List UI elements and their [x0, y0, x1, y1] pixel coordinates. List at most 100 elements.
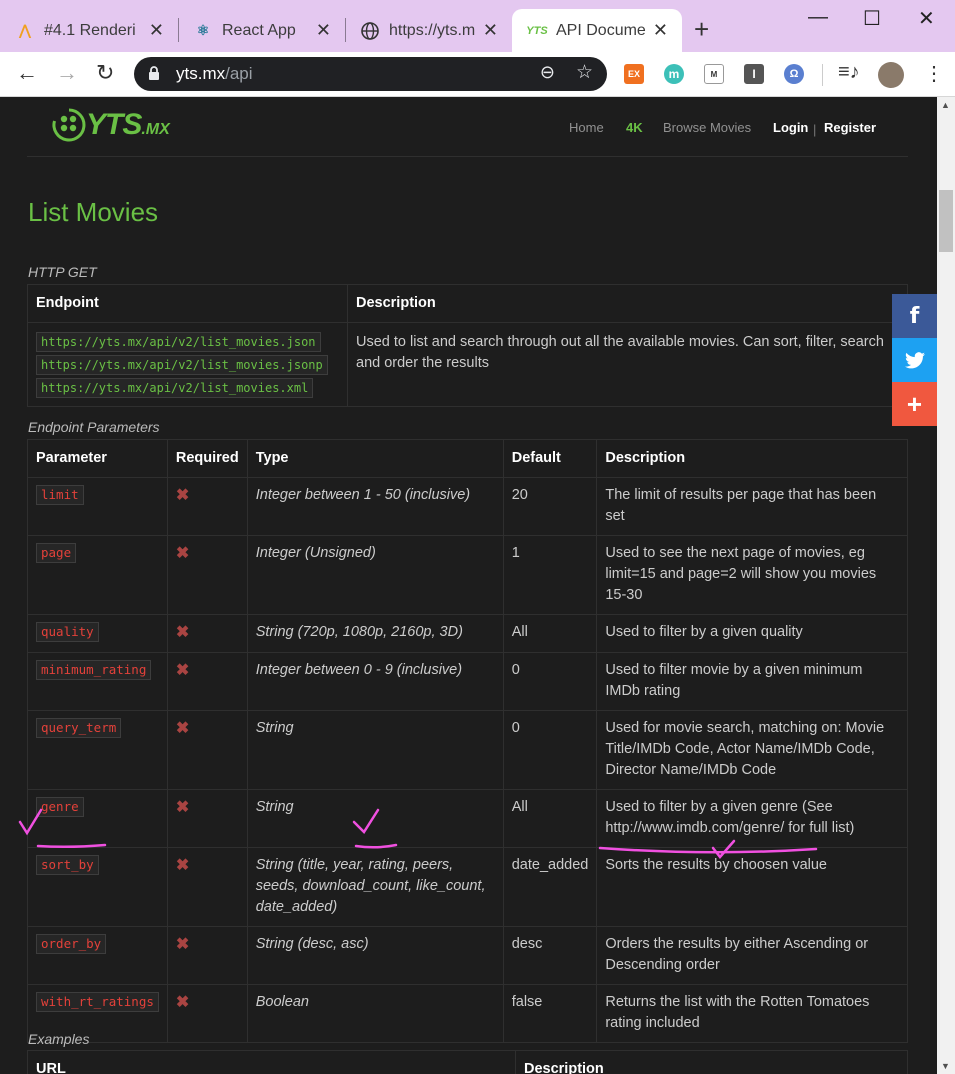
twitter-share-button[interactable]: [892, 338, 937, 382]
extension-ex-icon[interactable]: EX: [624, 64, 644, 84]
bookmark-star-icon[interactable]: ☆: [576, 61, 593, 84]
param-description: Used to filter by a given quality: [596, 614, 908, 653]
param-type: Integer between 0 - 9 (inclusive): [246, 652, 504, 711]
param-default: false: [502, 984, 598, 1043]
endpoint-table: Endpoint Description https://yts.mx/api/…: [27, 284, 908, 407]
table-row: with_rt_ratings ✖ Boolean false Returns …: [27, 984, 908, 1043]
scroll-down-icon[interactable]: ▼: [941, 1061, 950, 1071]
param-cell: limit: [27, 477, 168, 536]
required-cell: ✖: [166, 926, 248, 985]
table-row: limit ✖ Integer between 1 - 50 (inclusiv…: [27, 477, 908, 536]
minimize-button[interactable]: —: [808, 6, 828, 29]
nav-home[interactable]: Home: [569, 120, 604, 135]
table-row: query_term ✖ String 0 Used for movie sea…: [27, 710, 908, 790]
twitter-icon: [904, 351, 925, 368]
endpoint-url[interactable]: https://yts.mx/api/v2/list_movies.json: [36, 332, 321, 352]
site-logo[interactable]: YTS .MX: [52, 105, 170, 145]
param-default: All: [502, 789, 598, 848]
params-caption: Endpoint Parameters: [28, 419, 160, 435]
param-default: All: [502, 614, 598, 653]
required-cell: ✖: [166, 789, 248, 848]
column-header: Description: [596, 439, 908, 478]
param-type: String (desc, asc): [246, 926, 504, 985]
media-playlist-icon[interactable]: ≡♪: [838, 61, 860, 84]
endpoint-cell: https://yts.mx/api/v2/list_movies.json h…: [27, 322, 348, 407]
close-icon[interactable]: ✕: [483, 20, 498, 41]
reload-button[interactable]: ↻: [96, 60, 114, 86]
facebook-share-button[interactable]: f: [892, 294, 937, 338]
browser-tab[interactable]: https://yts.m ✕: [345, 9, 512, 52]
close-icon[interactable]: ✕: [316, 20, 331, 41]
param-default: desc: [502, 926, 598, 985]
toolbar-divider: [822, 64, 823, 86]
close-icon[interactable]: ✕: [653, 20, 668, 41]
param-cell: order_by: [27, 926, 168, 985]
forward-button[interactable]: →: [56, 60, 78, 86]
scrollbar-thumb[interactable]: [939, 190, 953, 252]
table-row: order_by ✖ String (desc, asc) desc Order…: [27, 926, 908, 985]
table-row: sort_by ✖ String (title, year, rating, p…: [27, 847, 908, 927]
browser-tab[interactable]: ⚛ React App ✕: [178, 9, 345, 52]
param-default: 1: [502, 535, 598, 615]
not-required-icon: ✖: [175, 545, 190, 562]
column-header: URL: [27, 1050, 516, 1074]
param-type: String: [246, 789, 504, 848]
param-description: Used to filter by a given genre (See htt…: [596, 789, 908, 848]
site-header: YTS .MX Home 4K Browse Movies Login | Re…: [0, 97, 937, 155]
extension-m-icon[interactable]: m: [664, 64, 684, 84]
param-cell: quality: [27, 614, 168, 653]
table-row: genre ✖ String All Used to filter by a g…: [27, 789, 908, 848]
param-description: Orders the results by either Ascending o…: [596, 926, 908, 985]
nav-login[interactable]: Login: [773, 120, 808, 135]
param-description: Returns the list with the Rotten Tomatoe…: [596, 984, 908, 1043]
param-name: order_by: [36, 934, 107, 954]
required-cell: ✖: [166, 535, 248, 615]
param-type: Integer (Unsigned): [246, 535, 504, 615]
browser-tab-active[interactable]: YTS API Docume ✕: [512, 9, 682, 52]
extension-info-icon[interactable]: I: [744, 64, 764, 84]
maximize-button[interactable]: ☐: [863, 6, 881, 31]
nav-browse-movies[interactable]: Browse Movies: [663, 120, 751, 135]
extension-notes-icon[interactable]: M: [704, 64, 724, 84]
endpoint-url[interactable]: https://yts.mx/api/v2/list_movies.jsonp: [36, 355, 328, 375]
nav-4k[interactable]: 4K: [626, 120, 643, 135]
parameters-table: Parameter Required Type Default Descript…: [27, 439, 908, 1043]
window-close-button[interactable]: ✕: [918, 6, 935, 31]
table-row: quality ✖ String (720p, 1080p, 2160p, 3D…: [27, 614, 908, 653]
profile-avatar[interactable]: [878, 62, 904, 88]
browser-menu-icon[interactable]: ⋮: [924, 61, 944, 86]
scroll-up-icon[interactable]: ▲: [941, 100, 950, 110]
browser-tab[interactable]: ⋀ #4.1 Renderi ✕: [0, 9, 178, 52]
param-type: String (title, year, rating, peers, seed…: [246, 847, 504, 927]
address-bar[interactable]: yts.mx/api ⊖ ☆: [134, 57, 607, 91]
zoom-icon[interactable]: ⊖: [540, 62, 555, 83]
new-tab-button[interactable]: +: [694, 16, 709, 42]
required-cell: ✖: [166, 847, 248, 927]
not-required-icon: ✖: [175, 994, 190, 1011]
extension-vpn-icon[interactable]: Ω: [784, 64, 804, 84]
param-description: Used for movie search, matching on: Movi…: [596, 710, 908, 790]
browser-tab-strip: ⋀ #4.1 Renderi ✕ ⚛ React App ✕ https://y…: [0, 0, 955, 52]
column-header: Endpoint: [27, 284, 348, 323]
lock-icon[interactable]: [148, 65, 160, 86]
required-cell: ✖: [166, 710, 248, 790]
param-cell: page: [27, 535, 168, 615]
param-name: query_term: [36, 718, 122, 738]
param-name: minimum_rating: [36, 660, 152, 680]
nav-register[interactable]: Register: [824, 120, 876, 135]
back-button[interactable]: ←: [16, 60, 38, 86]
table-row: page ✖ Integer (Unsigned) 1 Used to see …: [27, 535, 908, 615]
browser-toolbar: ← → ↻ yts.mx/api ⊖ ☆ EX m M I Ω ≡♪ ⋮: [0, 52, 955, 97]
param-cell: minimum_rating: [27, 652, 168, 711]
page-scrollbar[interactable]: ▲ ▼: [937, 97, 955, 1074]
share-more-button[interactable]: +: [892, 382, 937, 426]
endpoint-url[interactable]: https://yts.mx/api/v2/list_movies.xml: [36, 378, 314, 398]
not-required-icon: ✖: [175, 624, 190, 641]
not-required-icon: ✖: [175, 857, 190, 874]
param-default: 0: [502, 710, 598, 790]
param-type: Boolean: [246, 984, 504, 1043]
facebook-icon: f: [909, 303, 920, 329]
param-description: Sorts the results by choosen value: [596, 847, 908, 927]
close-icon[interactable]: ✕: [149, 20, 164, 41]
not-required-icon: ✖: [175, 662, 190, 679]
